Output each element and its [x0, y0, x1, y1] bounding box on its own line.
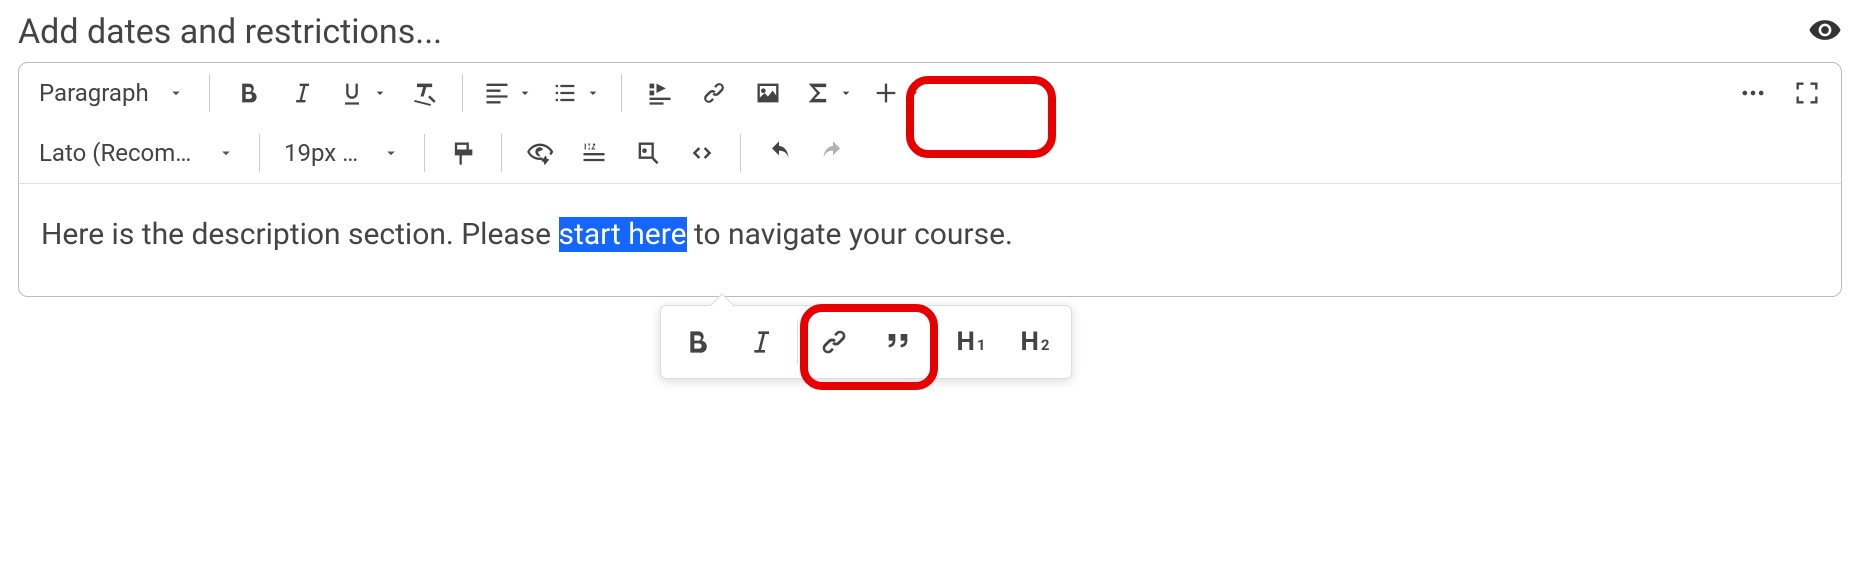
clear-format-button[interactable]: [398, 67, 450, 119]
find-replace-button[interactable]: [622, 127, 674, 179]
link-button[interactable]: [688, 67, 740, 119]
popup-h2-button[interactable]: H2: [1003, 310, 1067, 374]
popup-h1-button[interactable]: H1: [939, 310, 1003, 374]
list-button[interactable]: [543, 67, 609, 119]
insert-stuff-button[interactable]: [634, 67, 686, 119]
italic-button[interactable]: [276, 67, 328, 119]
popup-bold-button[interactable]: [665, 310, 729, 374]
editor-content[interactable]: Here is the description section. Please …: [19, 184, 1841, 296]
header-row: Add dates and restrictions...: [18, 12, 1842, 52]
size-dropdown[interactable]: 19px …: [272, 127, 412, 179]
content-text-after: to navigate your course.: [687, 217, 1013, 252]
restrictions-link[interactable]: Add dates and restrictions...: [18, 12, 442, 52]
word-count-button[interactable]: [568, 127, 620, 179]
equation-button[interactable]: [796, 67, 862, 119]
paragraph-dropdown[interactable]: Paragraph: [27, 67, 197, 119]
selected-text: start here: [559, 217, 687, 252]
content-text: Here is the description section. Please: [41, 217, 559, 252]
accessibility-check-button[interactable]: [514, 127, 566, 179]
popup-quote-button[interactable]: [866, 310, 930, 374]
format-painter-button[interactable]: [437, 127, 489, 179]
fullscreen-icon[interactable]: [1781, 67, 1833, 119]
undo-button[interactable]: [753, 127, 805, 179]
popup-italic-button[interactable]: [729, 310, 793, 374]
redo-button[interactable]: [807, 127, 859, 179]
visibility-icon[interactable]: [1808, 13, 1842, 51]
underline-button[interactable]: [330, 67, 396, 119]
floating-toolbar: H1 H2: [660, 305, 1072, 379]
align-button[interactable]: [475, 67, 541, 119]
source-code-button[interactable]: [676, 127, 728, 179]
editor-box: Paragraph: [18, 62, 1842, 297]
font-dropdown[interactable]: Lato (Recom…: [27, 127, 247, 179]
popup-link-button[interactable]: [802, 310, 866, 374]
toolbar-row-1: Paragraph: [19, 63, 1841, 123]
insert-more-button[interactable]: [864, 67, 930, 119]
bold-button[interactable]: [222, 67, 274, 119]
image-button[interactable]: [742, 67, 794, 119]
toolbar-row-2: Lato (Recom… 19px …: [19, 123, 1841, 184]
more-icon[interactable]: [1727, 67, 1779, 119]
